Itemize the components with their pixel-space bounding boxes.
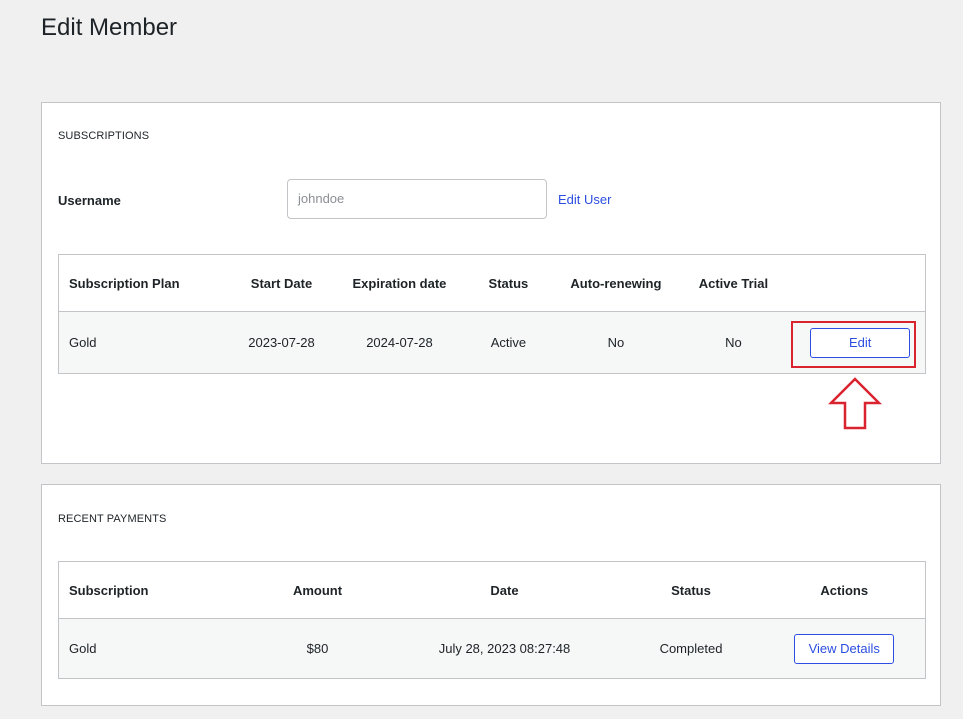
- cell-actions: View Details: [763, 618, 926, 679]
- table-row: Gold $80 July 28, 2023 08:27:48 Complete…: [58, 618, 926, 679]
- cell-start-date: 2023-07-28: [220, 311, 343, 374]
- edit-user-link[interactable]: Edit User: [558, 192, 611, 207]
- column-header-subscription: Subscription: [58, 561, 245, 619]
- column-header-plan: Subscription Plan: [58, 254, 221, 312]
- cell-subscription: Gold: [58, 618, 245, 679]
- column-header-amount: Amount: [244, 561, 391, 619]
- cell-auto-renewing: No: [560, 311, 672, 374]
- column-header-start-date: Start Date: [220, 254, 343, 312]
- payments-table: Subscription Amount Date Status Actions …: [58, 561, 926, 679]
- column-header-expiration-date: Expiration date: [342, 254, 457, 312]
- page-title: Edit Member: [41, 14, 178, 41]
- column-header-status: Status: [456, 254, 561, 312]
- cell-expiration-date: 2024-07-28: [342, 311, 457, 374]
- username-label: Username: [58, 193, 121, 208]
- view-details-button[interactable]: View Details: [794, 633, 895, 664]
- subscriptions-panel: SUBSCRIPTIONS Username johndoe Edit User…: [41, 102, 941, 464]
- column-header-auto-renewing: Auto-renewing: [560, 254, 672, 312]
- column-header-active-trial: Active Trial: [671, 254, 796, 312]
- cell-plan: Gold: [58, 311, 221, 374]
- cell-date: July 28, 2023 08:27:48: [390, 618, 619, 679]
- column-header-status: Status: [618, 561, 764, 619]
- subscriptions-section-title: SUBSCRIPTIONS: [58, 130, 150, 142]
- cell-status: Completed: [618, 618, 764, 679]
- recent-payments-panel: RECENT PAYMENTS Subscription Amount Date…: [41, 484, 941, 706]
- table-header-row: Subscription Plan Start Date Expiration …: [58, 254, 926, 312]
- column-header-actions: [795, 254, 926, 312]
- column-header-actions: Actions: [763, 561, 926, 619]
- recent-payments-section-title: RECENT PAYMENTS: [58, 513, 167, 525]
- cell-amount: $80: [244, 618, 391, 679]
- username-input[interactable]: johndoe: [287, 179, 547, 219]
- table-header-row: Subscription Amount Date Status Actions: [58, 561, 926, 619]
- column-header-date: Date: [390, 561, 619, 619]
- cell-active-trial: No: [671, 311, 796, 374]
- up-arrow-outline-icon: [828, 377, 882, 430]
- cell-status: Active: [456, 311, 561, 374]
- edit-button-highlight: [791, 321, 916, 368]
